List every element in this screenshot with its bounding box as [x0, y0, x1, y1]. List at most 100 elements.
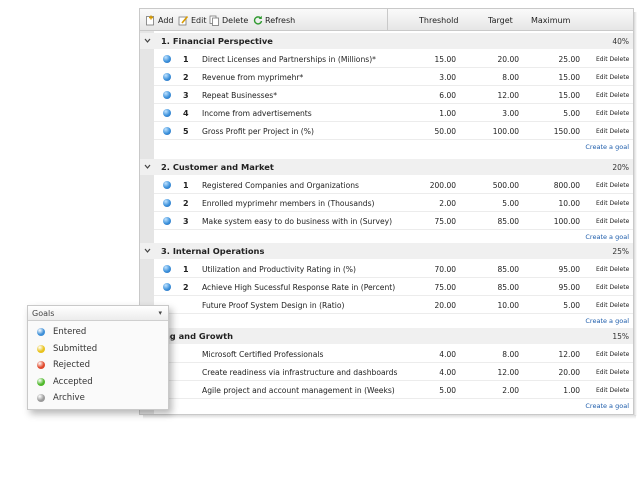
row-delete-link[interactable]: Delete	[610, 218, 630, 225]
goal-row[interactable]: 1 Direct Licenses and Partnerships in (Mi…	[154, 50, 633, 68]
goal-row[interactable]: 2 Revenue from myprimehr* 3.00 8.00 15.00 Edi…	[154, 68, 633, 86]
goals-legend: Goals ▾ Entered Submitted Rejected Accepted…	[27, 305, 169, 410]
row-delete-link[interactable]: Delete	[610, 92, 630, 99]
row-edit-link[interactable]: Edit	[596, 218, 608, 225]
section-header[interactable]: 3. Internal Operations 25%	[140, 243, 633, 259]
goal-number: 1	[183, 265, 189, 274]
row-delete-link[interactable]: Delete	[610, 56, 630, 63]
goal-name: Microsoft Certified Professionals	[202, 350, 324, 359]
row-edit-link[interactable]: Edit	[596, 387, 608, 394]
create-goal-link[interactable]: Create a goal	[140, 317, 629, 325]
toolbar: Add Edit Delete Refresh Threshold Target…	[140, 9, 633, 31]
row-actions: Edit Delete	[596, 387, 629, 394]
goal-row[interactable]: Future Proof System Design in (Ratio) 20.…	[154, 296, 633, 314]
add-button[interactable]: Add	[145, 14, 174, 26]
row-actions: Edit Delete	[596, 200, 629, 207]
goal-number: 3	[183, 91, 189, 100]
row-delete-link[interactable]: Delete	[610, 387, 630, 394]
chevron-down-icon[interactable]	[143, 162, 152, 171]
row-edit-link[interactable]: Edit	[596, 266, 608, 273]
row-edit-link[interactable]: Edit	[596, 74, 608, 81]
delete-button[interactable]: Delete	[209, 14, 248, 26]
row-delete-link[interactable]: Delete	[610, 74, 630, 81]
row-edit-link[interactable]: Edit	[596, 182, 608, 189]
goal-threshold: 70.00	[434, 265, 456, 274]
row-delete-link[interactable]: Delete	[610, 284, 630, 291]
status-entered-icon	[163, 181, 171, 189]
edit-button[interactable]: Edit	[178, 14, 207, 26]
goal-row[interactable]: 4 Income from advertisements 1.00 3.00 5.00 E…	[154, 104, 633, 122]
threshold-column-header[interactable]: Threshold	[419, 16, 458, 25]
goal-maximum: 100.00	[553, 217, 580, 226]
row-delete-link[interactable]: Delete	[610, 110, 630, 117]
row-delete-link[interactable]: Delete	[610, 128, 630, 135]
create-goal-link[interactable]: Create a goal	[140, 402, 629, 410]
goal-name: Make system easy to do business with in …	[202, 217, 393, 226]
refresh-button[interactable]: Refresh	[253, 14, 295, 26]
row-edit-link[interactable]: Edit	[596, 128, 608, 135]
row-edit-link[interactable]: Edit	[596, 56, 608, 63]
legend-item-label: Entered	[53, 327, 87, 337]
row-delete-link[interactable]: Delete	[610, 266, 630, 273]
goal-maximum: 150.00	[553, 127, 580, 136]
status-entered-icon	[163, 265, 171, 273]
goal-name: Repeat Businesses*	[202, 91, 278, 100]
goal-row[interactable]: 2 Enrolled myprimehr members in (Thousand…	[154, 194, 633, 212]
goal-name: Utilization and Productivity Rating in (…	[202, 265, 356, 274]
chevron-down-icon[interactable]	[143, 246, 152, 255]
chevron-down-icon[interactable]	[143, 36, 152, 45]
row-delete-link[interactable]: Delete	[610, 369, 630, 376]
goal-row[interactable]: 1 Utilization and Productivity Rating in …	[154, 260, 633, 278]
goal-row[interactable]: 1 Registered Companies and Organizations 2…	[154, 176, 633, 194]
row-delete-link[interactable]: Delete	[610, 182, 630, 189]
goal-row[interactable]: Agile project and account management in …	[154, 381, 633, 399]
toolbar-divider	[387, 9, 388, 31]
create-goal-link[interactable]: Create a goal	[140, 143, 629, 151]
legend-item: Rejected	[37, 358, 90, 372]
goal-row[interactable]: Create readiness via infrastructure and …	[154, 363, 633, 381]
section-header[interactable]: 2. Customer and Market 20%	[140, 159, 633, 175]
dropdown-arrow-icon[interactable]: ▾	[158, 309, 162, 317]
row-actions: Edit Delete	[596, 351, 629, 358]
status-entered-icon	[163, 73, 171, 81]
panel-shadow-right	[634, 12, 637, 416]
legend-item-label: Rejected	[53, 360, 90, 370]
row-delete-link[interactable]: Delete	[610, 200, 630, 207]
row-actions: Edit Delete	[596, 92, 629, 99]
section-header[interactable]: ing and Growth 15%	[140, 328, 633, 344]
legend-item-label: Submitted	[53, 343, 98, 354]
goal-threshold: 20.00	[434, 301, 456, 310]
row-delete-link[interactable]: Delete	[610, 302, 630, 309]
row-delete-link[interactable]: Delete	[610, 351, 630, 358]
section-header[interactable]: 1. Financial Perspective 40%	[140, 33, 633, 49]
target-column-header[interactable]: Target	[488, 16, 513, 25]
goal-threshold: 2.00	[439, 199, 456, 208]
status-entered-icon	[163, 217, 171, 225]
goal-row[interactable]: 3 Make system easy to do business with in…	[154, 212, 633, 230]
goal-row[interactable]: 2 Achieve High Sucessful Response Rate in…	[154, 278, 633, 296]
legend-header[interactable]: Goals ▾	[28, 306, 168, 321]
goal-row[interactable]: 5 Gross Profit per Project in (%) 50.00 100…	[154, 122, 633, 140]
goal-maximum: 15.00	[558, 91, 580, 100]
row-edit-link[interactable]: Edit	[596, 92, 608, 99]
goal-target: 10.00	[497, 301, 519, 310]
goal-row[interactable]: 3 Repeat Businesses* 6.00 12.00 15.00 Edit De…	[154, 86, 633, 104]
create-goal-link[interactable]: Create a goal	[140, 233, 629, 241]
row-actions: Edit Delete	[596, 218, 629, 225]
maximum-column-header[interactable]: Maximum	[531, 16, 570, 25]
row-edit-link[interactable]: Edit	[596, 369, 608, 376]
section-title: 2. Customer and Market	[161, 162, 274, 172]
goal-number: 2	[183, 73, 189, 82]
goal-row[interactable]: Microsoft Certified Professionals 4.00 8.0…	[154, 345, 633, 363]
goals-panel: Add Edit Delete Refresh Threshold Target…	[139, 8, 634, 415]
goal-threshold: 75.00	[434, 283, 456, 292]
row-edit-link[interactable]: Edit	[596, 351, 608, 358]
goal-maximum: 95.00	[558, 283, 580, 292]
goal-threshold: 3.00	[439, 73, 456, 82]
row-edit-link[interactable]: Edit	[596, 110, 608, 117]
row-edit-link[interactable]: Edit	[596, 302, 608, 309]
add-icon	[146, 15, 154, 25]
goal-maximum: 10.00	[558, 199, 580, 208]
row-edit-link[interactable]: Edit	[596, 200, 608, 207]
row-edit-link[interactable]: Edit	[596, 284, 608, 291]
